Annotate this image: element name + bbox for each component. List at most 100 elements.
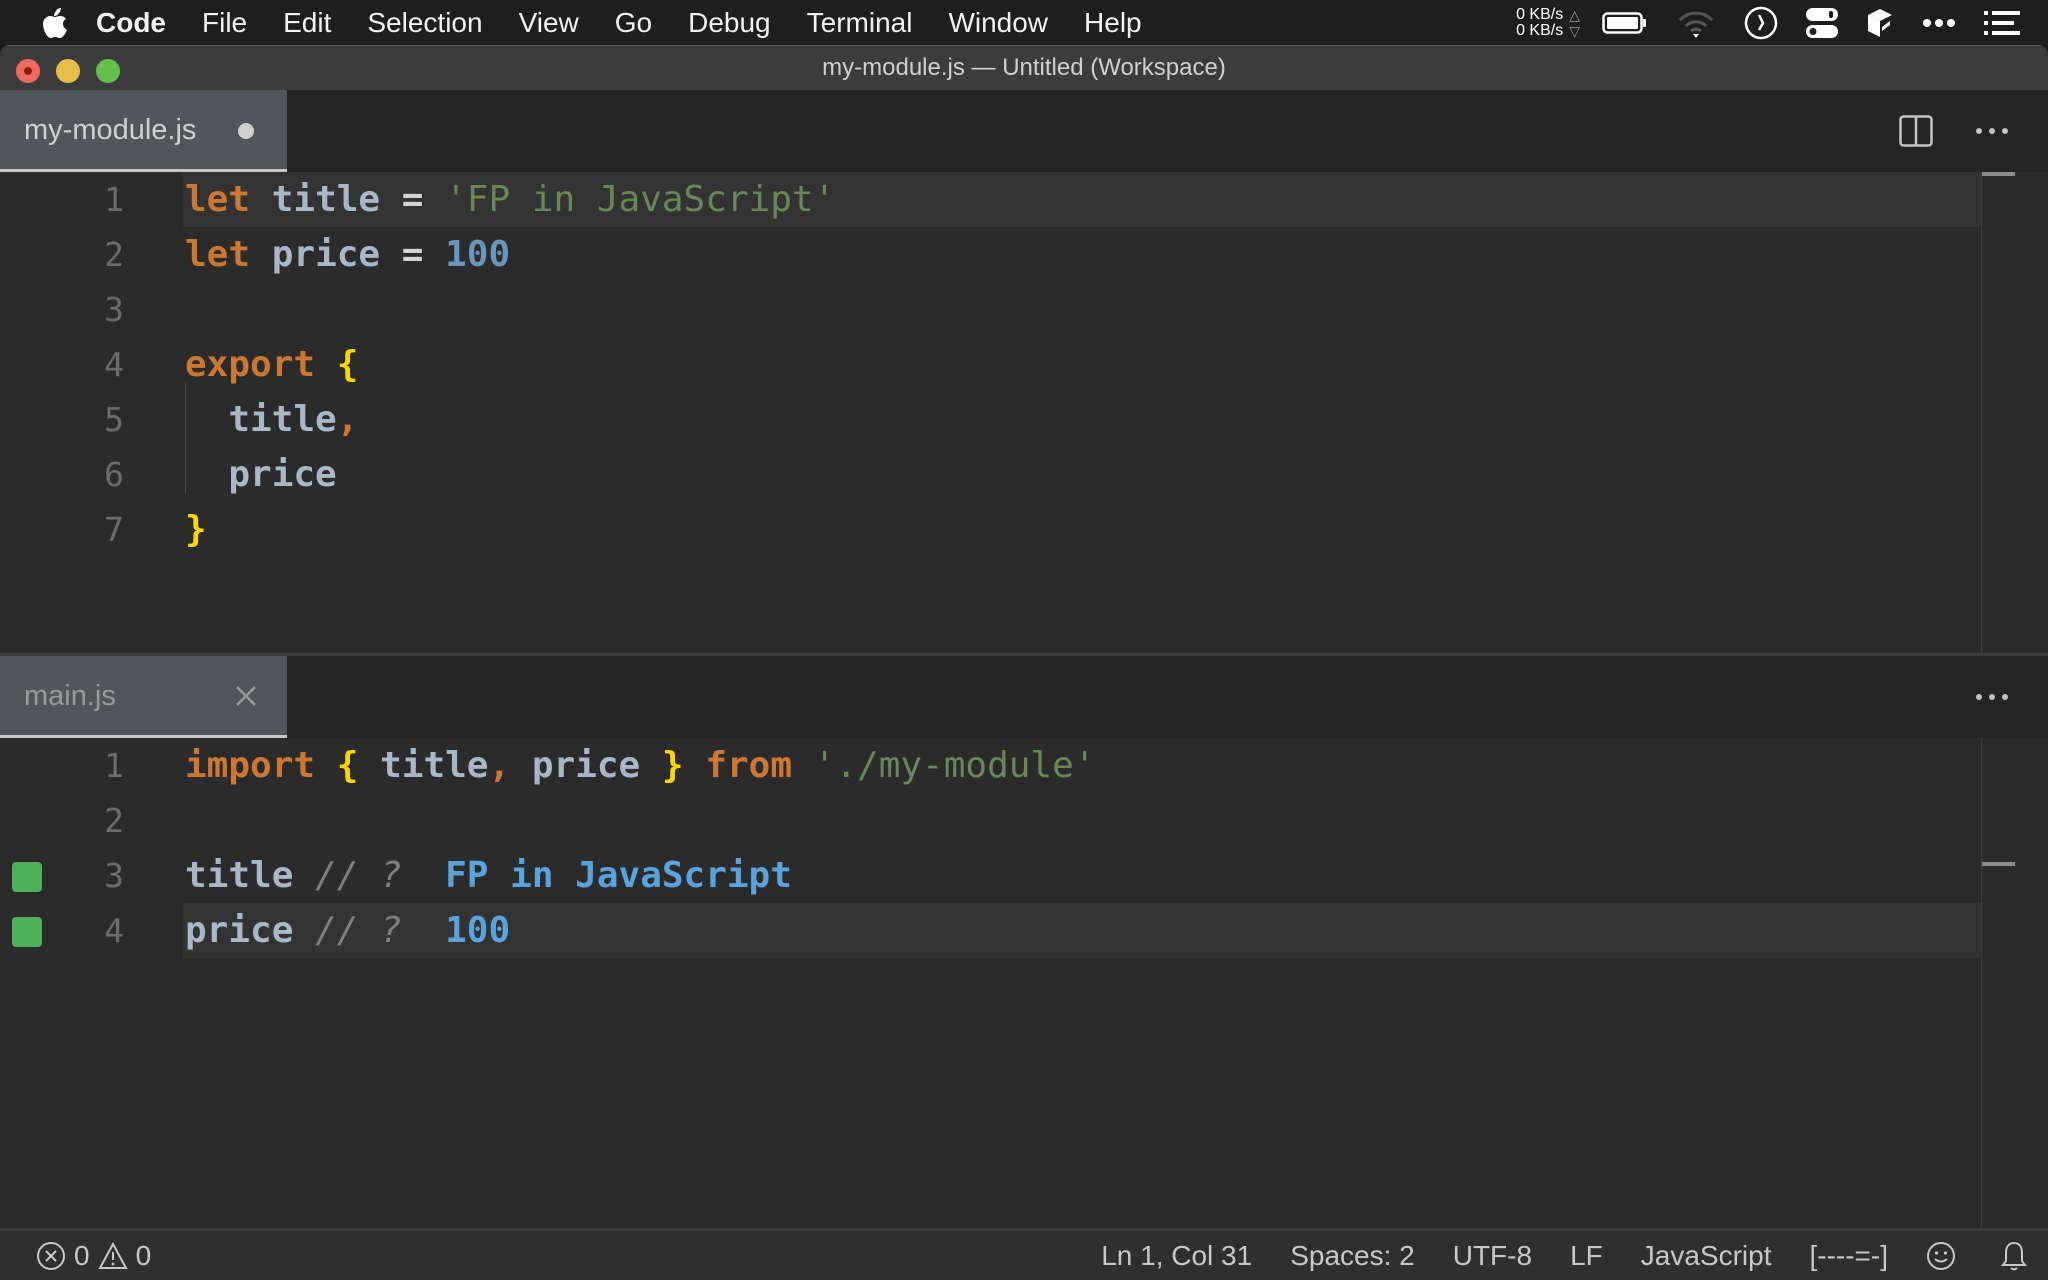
code-token: // ? xyxy=(315,910,402,951)
menu-window[interactable]: Window xyxy=(948,0,1048,45)
scrollbar-thumb[interactable] xyxy=(1982,862,2015,866)
app-cube-icon[interactable] xyxy=(1866,7,1894,39)
more-actions-icon[interactable] xyxy=(1972,677,2012,717)
more-actions-icon[interactable] xyxy=(1972,111,2012,151)
cursor-position[interactable]: Ln 1, Col 31 xyxy=(1101,1240,1252,1272)
tab-strip: main.js xyxy=(0,656,2048,738)
end-of-line[interactable]: LF xyxy=(1570,1240,1603,1272)
code-token: let xyxy=(185,179,251,220)
code-line[interactable]: 1 import { title, price } from './my-modu… xyxy=(0,738,2015,793)
close-tab-icon[interactable] xyxy=(232,682,260,710)
network-monitor[interactable]: 0 KB/s 0 KB/s xyxy=(1516,5,1564,39)
split-editor-icon[interactable] xyxy=(1896,111,1936,151)
code-token: , xyxy=(488,745,511,786)
line-number: 3 xyxy=(104,856,124,895)
more-icon[interactable] xyxy=(1922,18,1956,28)
file-encoding[interactable]: UTF-8 xyxy=(1453,1240,1532,1272)
wifi-icon[interactable] xyxy=(1676,8,1716,38)
code-line[interactable]: 3 title // ? FP in JavaScript xyxy=(0,848,2015,903)
extension-status[interactable]: [----=-] xyxy=(1809,1240,1888,1272)
code-token: title xyxy=(185,855,294,896)
code-token: 100 xyxy=(445,234,511,275)
vertical-scrollbar[interactable] xyxy=(1981,172,2015,653)
notifications-bell-icon[interactable] xyxy=(2000,1240,2028,1272)
code-token: price xyxy=(531,745,641,786)
feedback-smiley-icon[interactable] xyxy=(1926,1241,1956,1271)
menu-bar-tray: 0 KB/s 0 KB/s △ ▽ xyxy=(1516,0,2048,45)
menu-file[interactable]: File xyxy=(202,0,247,45)
list-icon[interactable] xyxy=(1984,10,2020,36)
indent-guide xyxy=(185,383,186,493)
code-token: } xyxy=(661,745,684,786)
language-mode[interactable]: JavaScript xyxy=(1641,1240,1772,1272)
battery-icon[interactable] xyxy=(1602,11,1648,35)
menu-view[interactable]: View xyxy=(519,0,579,45)
coverage-indicator-icon[interactable] xyxy=(12,862,42,892)
apple-icon[interactable] xyxy=(40,7,68,38)
code-text: price xyxy=(185,447,336,502)
menu-selection[interactable]: Selection xyxy=(367,0,482,45)
code-token: = xyxy=(380,234,446,275)
code-token: price xyxy=(271,234,381,275)
code-line[interactable]: 4 price // ? 100 xyxy=(0,903,2015,958)
scrollbar-thumb[interactable] xyxy=(1982,172,2015,176)
window-titlebar[interactable]: my-module.js — Untitled (Workspace) xyxy=(0,45,2048,90)
code-line[interactable]: 6 price xyxy=(0,447,2015,502)
error-count[interactable]: 0 xyxy=(74,1240,90,1272)
network-arrows-icon: △ ▽ xyxy=(1569,6,1580,39)
line-number: 6 xyxy=(104,455,124,494)
editor-group-top: my-module.js 7} 6 price 5 title, 4 export {3… xyxy=(0,90,2048,653)
tab-label: main.js xyxy=(24,680,116,712)
code-editor[interactable]: 7} 6 price 5 title, 4 export {3 2 let price = … xyxy=(0,172,2015,653)
menu-debug[interactable]: Debug xyxy=(688,0,771,45)
code-line[interactable]: 7} xyxy=(0,502,2015,557)
line-number: 2 xyxy=(104,801,124,840)
network-upload-rate: 0 KB/s xyxy=(1516,5,1564,23)
indentation[interactable]: Spaces: 2 xyxy=(1290,1240,1415,1272)
tab-label: my-module.js xyxy=(24,114,197,146)
code-text: let title = 'FP in JavaScript' xyxy=(185,172,835,227)
menu-edit[interactable]: Edit xyxy=(283,0,331,45)
code-line[interactable]: 3 xyxy=(0,282,2015,337)
coverage-indicator-icon[interactable] xyxy=(12,917,42,947)
code-token: title xyxy=(380,745,489,786)
menu-go[interactable]: Go xyxy=(615,0,652,45)
code-line[interactable]: 4 export { xyxy=(0,337,2015,392)
vertical-scrollbar[interactable] xyxy=(1981,738,2015,1228)
code-editor[interactable]: 4 price // ? 100 3 title // ? FP in JavaScr… xyxy=(0,738,2015,1228)
unsaved-dot-icon[interactable] xyxy=(238,123,254,139)
code-token: let xyxy=(185,234,251,275)
tab-my-module[interactable]: my-module.js xyxy=(0,90,287,172)
code-line[interactable]: 5 title, xyxy=(0,392,2015,447)
clock-icon[interactable] xyxy=(1744,6,1778,40)
menu-terminal[interactable]: Terminal xyxy=(807,0,913,45)
warnings-icon[interactable] xyxy=(97,1241,128,1270)
menu-app-code[interactable]: Code xyxy=(96,0,166,45)
status-bar: 0 0 Ln 1, Col 31 Spaces: 2 UTF-8 LF Java… xyxy=(0,1228,2048,1280)
code-token: // ? xyxy=(315,855,402,896)
code-text: } xyxy=(185,502,207,557)
line-number: 4 xyxy=(104,345,124,384)
menu-help[interactable]: Help xyxy=(1084,0,1142,45)
code-token: { xyxy=(336,745,359,786)
code-line[interactable]: 2 let price = 100 xyxy=(0,227,2015,282)
code-text: export { xyxy=(185,337,358,392)
errors-icon[interactable] xyxy=(36,1241,66,1271)
line-number: 4 xyxy=(104,911,124,950)
control-center-icon[interactable] xyxy=(1806,7,1838,39)
code-token: from xyxy=(705,745,792,786)
macos-menu-bar: Code File Edit Selection View Go Debug T… xyxy=(0,0,2048,45)
code-line[interactable]: 1 let title = 'FP in JavaScript' xyxy=(0,172,2015,227)
code-line[interactable]: 2 xyxy=(0,793,2015,848)
code-token: price xyxy=(185,910,294,951)
tab-main[interactable]: main.js xyxy=(0,656,287,738)
warning-count[interactable]: 0 xyxy=(136,1240,152,1272)
